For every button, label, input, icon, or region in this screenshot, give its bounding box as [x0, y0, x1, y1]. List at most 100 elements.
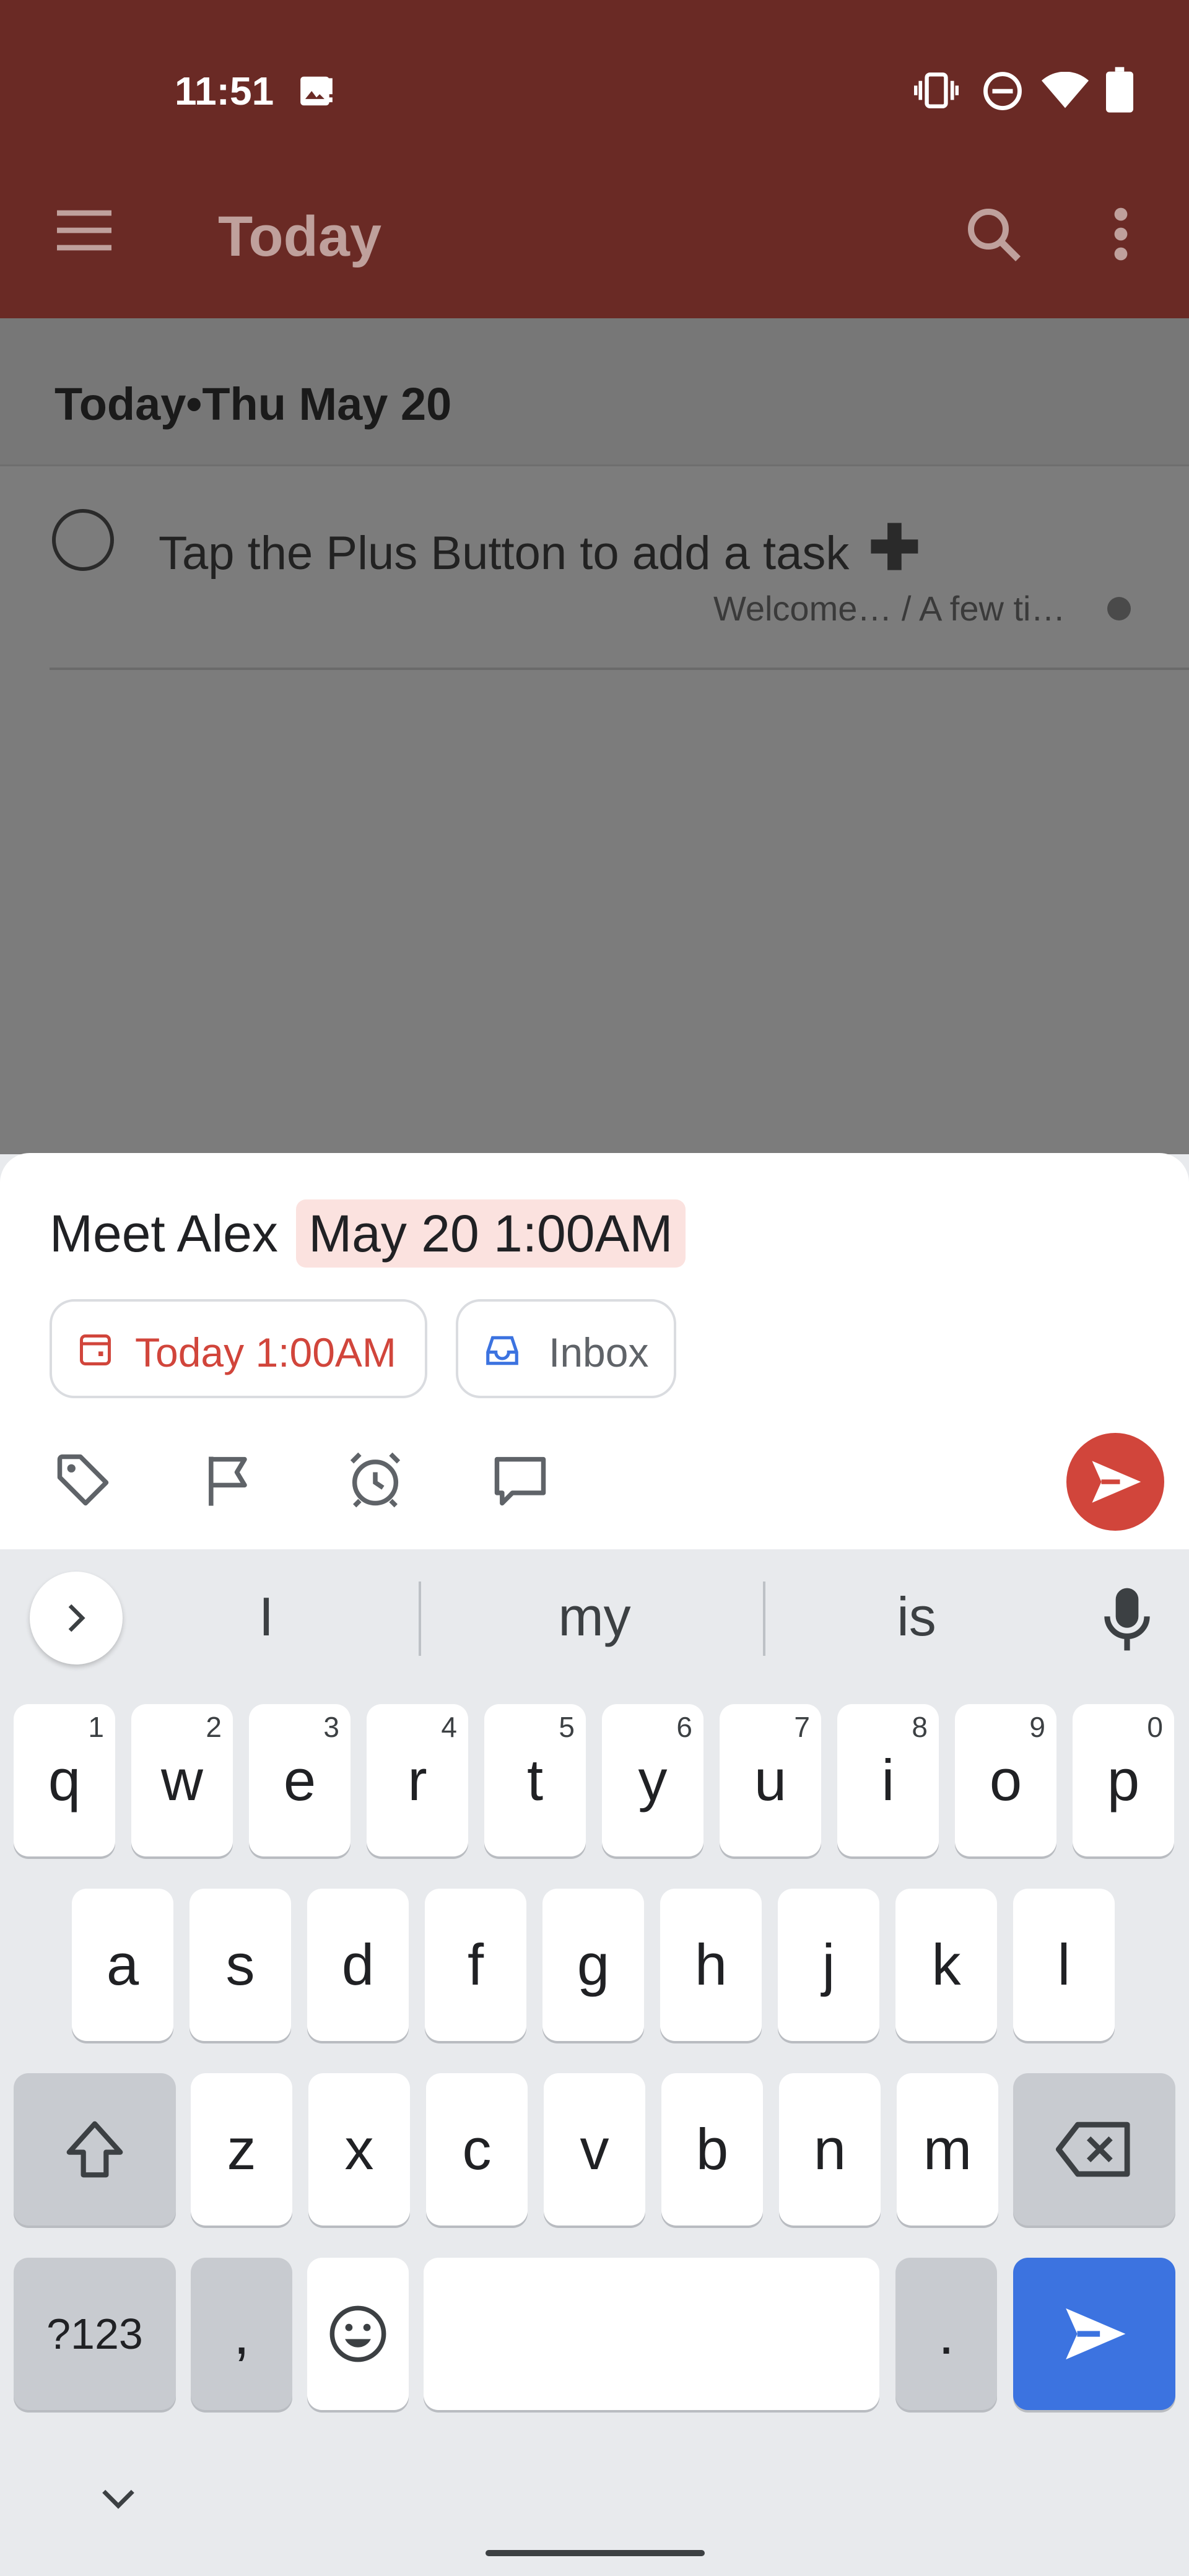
label-tag-icon[interactable] — [52, 1449, 114, 1511]
due-date-chip-label: Today 1:00AM — [135, 1329, 396, 1375]
expand-toolbar-button[interactable] — [30, 1572, 123, 1664]
key-m[interactable]: m — [897, 2073, 998, 2226]
key-p[interactable]: p0 — [1073, 1704, 1174, 1856]
key-label: a — [106, 1932, 139, 1997]
battery-icon — [1106, 67, 1133, 113]
key-label: y — [638, 1747, 668, 1812]
key-e[interactable]: e3 — [249, 1704, 351, 1856]
key-f[interactable]: f — [425, 1889, 526, 2041]
space-key[interactable] — [424, 2258, 879, 2410]
suggestion-1[interactable]: I — [173, 1585, 359, 1648]
plus-icon: ✚ — [868, 513, 921, 583]
more-options-icon[interactable] — [1108, 204, 1133, 264]
add-task-send-button[interactable] — [1066, 1433, 1164, 1531]
key-n[interactable]: n — [779, 2073, 881, 2226]
project-chip[interactable]: Inbox — [456, 1299, 676, 1398]
key-l[interactable]: l — [1013, 1889, 1115, 2041]
key-j[interactable]: j — [778, 1889, 879, 2041]
suggestion-divider — [419, 1582, 421, 1656]
microphone-icon[interactable] — [1101, 1585, 1153, 1653]
due-date-chip[interactable]: Today 1:00AM — [50, 1299, 427, 1398]
key-number-hint: 0 — [1147, 1711, 1163, 1743]
key-label: g — [577, 1932, 610, 1997]
comma-key[interactable]: , — [191, 2258, 292, 2410]
status-time: 11:51 — [175, 69, 274, 113]
key-label: f — [467, 1932, 484, 1997]
task-divider — [50, 668, 1189, 670]
symbols-key[interactable]: ?123 — [14, 2258, 176, 2410]
key-c[interactable]: c — [426, 2073, 528, 2226]
key-z[interactable]: z — [191, 2073, 292, 2226]
key-h[interactable]: h — [660, 1889, 762, 2041]
task-title: Tap the Plus Button to add a task ✚ — [159, 511, 920, 584]
keyboard — [0, 1549, 1189, 2576]
key-u[interactable]: u7 — [720, 1704, 821, 1856]
project-chip-label: Inbox — [549, 1329, 649, 1375]
project-color-dot — [1107, 597, 1131, 620]
backspace-key[interactable] — [1013, 2073, 1175, 2226]
key-a[interactable]: a — [72, 1889, 173, 2041]
key-v[interactable]: v — [544, 2073, 645, 2226]
key-label: e — [283, 1747, 316, 1812]
search-icon[interactable] — [964, 204, 1023, 264]
task-input[interactable]: Meet Alex May 20 1:00AM — [50, 1199, 686, 1268]
key-w[interactable]: w2 — [131, 1704, 233, 1856]
quick-add-sheet: Meet Alex May 20 1:00AM Today 1:00AM Inb… — [0, 1153, 1189, 1549]
priority-flag-icon[interactable] — [198, 1449, 260, 1511]
key-y[interactable]: y6 — [602, 1704, 703, 1856]
key-label: w — [161, 1747, 203, 1812]
task-title-text: Tap the Plus Button to add a task — [159, 527, 850, 580]
task-checkbox[interactable] — [52, 509, 114, 571]
key-label: k — [931, 1932, 961, 1997]
send-icon — [1092, 1461, 1141, 1503]
hide-keyboard-chevron-icon[interactable] — [97, 2483, 140, 2514]
home-gesture-bar[interactable] — [486, 2550, 705, 2556]
key-o[interactable]: o9 — [955, 1704, 1056, 1856]
reminder-alarm-icon[interactable] — [344, 1449, 406, 1511]
key-number-hint: 8 — [912, 1711, 928, 1743]
suggestion-2[interactable]: my — [471, 1585, 718, 1648]
key-label: c — [462, 2117, 492, 2182]
key-q[interactable]: q1 — [14, 1704, 115, 1856]
section-header-text: Today•Thu May 20 — [54, 378, 452, 430]
menu-icon[interactable] — [54, 207, 114, 254]
key-d[interactable]: d — [307, 1889, 409, 2041]
key-g[interactable]: g — [542, 1889, 644, 2041]
inbox-icon — [483, 1331, 521, 1370]
key-s[interactable]: s — [189, 1889, 291, 2041]
comment-icon[interactable] — [489, 1449, 551, 1511]
task-project-path: Welcome… / A few ti… — [713, 589, 1066, 628]
key-label: h — [694, 1932, 728, 1997]
task-row[interactable]: Tap the Plus Button to add a task ✚ Welc… — [0, 466, 1189, 670]
key-number-hint: 7 — [794, 1711, 810, 1743]
key-number-hint: 9 — [1029, 1711, 1045, 1743]
key-label: n — [813, 2117, 847, 2182]
key-label: t — [526, 1747, 544, 1812]
key-label: x — [344, 2117, 374, 2182]
key-label: s — [225, 1932, 255, 1997]
key-label: u — [754, 1747, 787, 1812]
emoji-key[interactable] — [307, 2258, 409, 2410]
key-t[interactable]: t5 — [484, 1704, 586, 1856]
key-k[interactable]: k — [895, 1889, 997, 2041]
enter-send-key[interactable] — [1013, 2258, 1175, 2410]
suggestion-3[interactable]: is — [824, 1585, 1009, 1648]
key-number-hint: 5 — [559, 1711, 575, 1743]
key-label: d — [341, 1932, 375, 1997]
status-bar: 11:51 — [0, 0, 1189, 155]
key-r[interactable]: r4 — [367, 1704, 468, 1856]
shift-key[interactable] — [14, 2073, 176, 2226]
calendar-icon — [77, 1331, 114, 1368]
key-label: m — [923, 2117, 972, 2182]
key-label: z — [227, 2117, 256, 2182]
key-label: o — [989, 1747, 1022, 1812]
app-bar: Today — [0, 155, 1189, 318]
key-x[interactable]: x — [308, 2073, 410, 2226]
key-label: l — [1057, 1932, 1071, 1997]
key-i[interactable]: i8 — [837, 1704, 939, 1856]
period-key[interactable]: . — [895, 2258, 997, 2410]
key-label: j — [822, 1932, 835, 1997]
key-label: r — [407, 1747, 427, 1812]
do-not-disturb-icon — [982, 71, 1023, 111]
key-b[interactable]: b — [661, 2073, 763, 2226]
